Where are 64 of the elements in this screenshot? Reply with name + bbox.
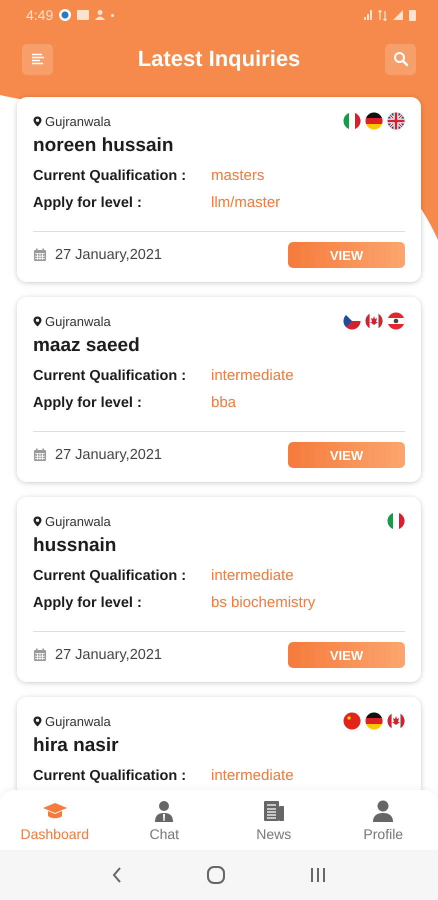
nav-tab[interactable]: Profile <box>328 790 438 850</box>
nav-tab[interactable]: News <box>219 790 328 850</box>
field-label: Apply for level : <box>33 195 143 211</box>
recent-apps-icon[interactable] <box>308 866 327 884</box>
back-icon[interactable] <box>111 866 124 884</box>
field-value: intermediate <box>211 567 294 584</box>
person-icon <box>95 10 106 20</box>
flag-icon <box>365 712 383 730</box>
field-value: masters <box>211 167 264 184</box>
page-title: Latest Inquiries <box>138 46 300 72</box>
signal-icon <box>393 10 403 20</box>
flag-icon <box>343 712 361 730</box>
field-value: bba <box>211 394 236 411</box>
flag-icon <box>343 312 361 330</box>
data-arrows-icon <box>378 10 387 20</box>
location-pin-icon <box>33 516 42 526</box>
battery-icon <box>409 10 416 20</box>
field-value: intermediate <box>211 367 294 384</box>
status-time: 4:49 <box>26 7 54 23</box>
field-label: Current Qualification : <box>33 768 188 784</box>
applicant-name: hussnain <box>33 535 118 557</box>
flag-icon <box>387 712 405 730</box>
home-icon[interactable] <box>206 865 226 885</box>
calendar-icon <box>33 248 47 262</box>
flag-icon <box>365 112 383 130</box>
flag-icon <box>387 112 405 130</box>
applicant-name: maaz saeed <box>33 335 141 357</box>
field-label: Apply for level : <box>33 395 143 411</box>
applicant-name: hira nasir <box>33 735 120 757</box>
date-text: 27 January,2021 <box>55 647 162 663</box>
field-label: Apply for level : <box>33 595 143 611</box>
signal-icon <box>364 10 372 20</box>
nav-tab[interactable]: Chat <box>110 790 219 850</box>
view-button[interactable]: VIEW <box>288 442 405 468</box>
location-text: Gujranwala <box>45 514 111 528</box>
view-button[interactable]: VIEW <box>288 642 405 668</box>
calendar-icon <box>33 648 47 662</box>
nav-tab[interactable]: Dashboard <box>0 790 110 850</box>
location-pin-icon <box>33 316 42 326</box>
applicant-name: noreen hussain <box>33 135 174 157</box>
image-icon <box>77 10 90 20</box>
calendar-icon <box>33 448 47 462</box>
field-label: Current Qualification : <box>33 368 188 384</box>
location-pin-icon <box>33 116 42 126</box>
location-text: Gujranwala <box>45 314 111 328</box>
field-label: Current Qualification : <box>33 168 188 184</box>
flag-icon <box>365 312 383 330</box>
dot-icon <box>111 14 114 16</box>
location-pin-icon <box>33 716 42 726</box>
field-value: bs biochemistry <box>211 594 316 611</box>
search-icon <box>392 51 408 67</box>
date-text: 27 January,2021 <box>55 447 162 463</box>
menu-icon <box>30 53 44 65</box>
flag-icon <box>387 512 405 530</box>
date-text: 27 January,2021 <box>55 247 162 263</box>
field-value: intermediate <box>211 767 294 784</box>
field-value: llm/master <box>211 194 280 211</box>
location-text: Gujranwala <box>45 714 111 728</box>
field-label: Current Qualification : <box>33 568 188 584</box>
view-button[interactable]: VIEW <box>288 242 405 268</box>
flag-icon <box>387 312 405 330</box>
app-notification-icon <box>59 9 72 21</box>
location-text: Gujranwala <box>45 114 111 128</box>
flag-icon <box>343 112 361 130</box>
